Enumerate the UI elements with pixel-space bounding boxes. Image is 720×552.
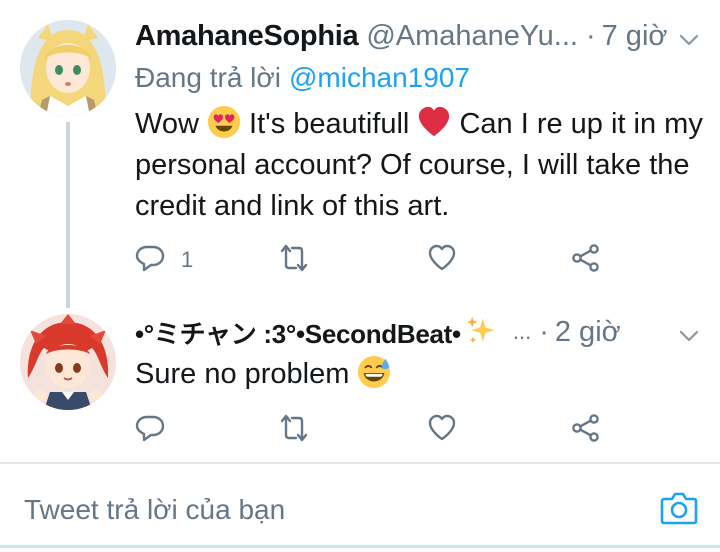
mention-link[interactable]: @michan1907 — [289, 62, 470, 93]
name-ellipsis: ... — [512, 319, 532, 344]
tweet-header: AmahaneSophia @AmahaneYu ... · 7 giờ — [135, 16, 700, 56]
retweet-button[interactable] — [279, 412, 309, 448]
separator-dot: · — [539, 315, 549, 348]
avatar-blonde-girl-image — [20, 20, 116, 116]
like-icon — [427, 243, 457, 278]
share-icon — [571, 243, 601, 278]
retweet-button[interactable] — [279, 242, 309, 278]
like-button[interactable] — [427, 242, 457, 278]
tweet-text: Wow It's beautifull Can I re up it in my… — [135, 104, 715, 227]
tweet-text-part: Wow — [135, 108, 199, 140]
avatar[interactable] — [20, 20, 116, 116]
heart-eyes-emoji — [207, 105, 241, 139]
reply-icon — [135, 413, 165, 448]
reply-count: 1 — [181, 247, 194, 272]
avatar-redhair-boy-image — [20, 314, 116, 410]
chevron-down-icon[interactable] — [678, 26, 700, 48]
grinning-sweat-emoji — [357, 355, 391, 389]
tweet-text: Sure no problem — [135, 354, 715, 395]
avatar[interactable] — [20, 314, 116, 410]
sparkles-emoji — [465, 315, 499, 349]
like-icon — [427, 413, 457, 448]
retweet-icon — [279, 413, 309, 448]
tweet-text-part: It's beautifull — [249, 108, 410, 140]
chevron-down-icon[interactable] — [678, 322, 700, 344]
like-button[interactable] — [427, 412, 457, 448]
handle-ellipsis: ... — [553, 19, 578, 52]
timestamp[interactable]: 7 giờ — [602, 20, 668, 53]
reply-composer[interactable]: Tweet trả lời của bạn — [0, 466, 720, 552]
display-name[interactable]: AmahaneSophia — [135, 20, 359, 53]
reply-input[interactable]: Tweet trả lời của bạn — [24, 494, 285, 526]
red-heart-emoji — [417, 105, 451, 139]
divider — [0, 462, 720, 464]
share-button[interactable] — [571, 242, 601, 278]
tweet-amahanesophia[interactable]: AmahaneSophia @AmahaneYu ... · 7 giờ Đan… — [0, 0, 720, 300]
replying-to-label: Đang trả lời — [135, 62, 281, 93]
reply-icon — [135, 243, 165, 278]
separator-dot: · — [585, 19, 596, 52]
tweet-actions — [135, 412, 605, 452]
display-name[interactable]: •°ミチャン :3°•SecondBeat• — [135, 314, 461, 351]
tweet-text-part: Sure no problem — [135, 358, 350, 390]
user-handle[interactable]: @AmahaneYu — [366, 20, 553, 53]
retweet-icon — [279, 243, 309, 278]
camera-icon[interactable] — [660, 490, 698, 526]
reply-button[interactable]: 1 — [135, 242, 193, 278]
composer-underline — [0, 545, 720, 548]
replying-to: Đang trả lời @michan1907 — [135, 62, 470, 94]
share-button[interactable] — [571, 412, 601, 448]
reply-button[interactable] — [135, 412, 165, 448]
tweet-secondbeat[interactable]: •°ミチャン :3°•SecondBeat• ... · 2 giờ Sure … — [0, 300, 720, 460]
tweet-header: •°ミチャン :3°•SecondBeat• ... · 2 giờ — [135, 312, 700, 352]
share-icon — [571, 413, 601, 448]
timestamp[interactable]: 2 giờ — [555, 316, 621, 349]
tweet-actions: 1 — [135, 242, 605, 282]
